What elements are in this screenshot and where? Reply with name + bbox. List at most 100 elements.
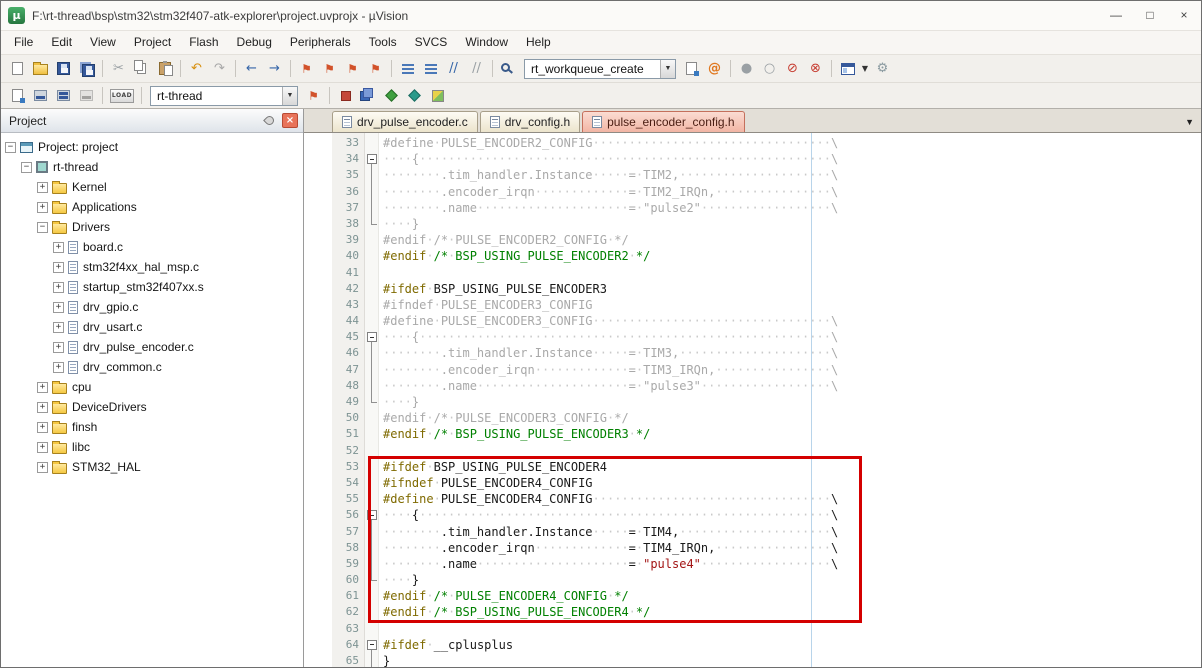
tree-item-stm32f4xx-hal-msp-c[interactable]: +stm32f4xx_hal_msp.c [1, 257, 303, 277]
copy-button[interactable] [130, 58, 153, 80]
pin-icon[interactable] [263, 114, 276, 127]
plus-expander-icon[interactable]: + [37, 202, 48, 213]
plus-expander-icon[interactable]: + [37, 422, 48, 433]
plus-expander-icon[interactable]: + [53, 242, 64, 253]
search-combobox[interactable]: rt_workqueue_create ▼ [524, 59, 676, 79]
plus-expander-icon[interactable]: + [53, 362, 64, 373]
unindent-button[interactable] [396, 58, 419, 80]
tree-item-applications[interactable]: +Applications [1, 197, 303, 217]
bookmark-clear-all-button[interactable]: ⚑ [364, 58, 387, 80]
breakpoint-toggle-button[interactable]: ● [735, 58, 758, 80]
tab-pulse-encoder-config-h[interactable]: pulse_encoder_config.h [582, 111, 744, 132]
minus-expander-icon[interactable]: − [37, 222, 48, 233]
tree-item-cpu[interactable]: +cpu [1, 377, 303, 397]
tree-item-kernel[interactable]: +Kernel [1, 177, 303, 197]
tab-list-dropdown-icon[interactable]: ▼ [1185, 117, 1201, 132]
redo-button[interactable]: ↷ [208, 58, 231, 80]
tab-drv-pulse-encoder-c[interactable]: drv_pulse_encoder.c [332, 111, 478, 132]
search-combobox-dropdown-icon[interactable]: ▼ [660, 60, 675, 78]
comment-button[interactable]: // [442, 58, 465, 80]
target-combobox-value[interactable]: rt-thread [151, 87, 282, 105]
bookmark-prev-button[interactable]: ⚑ [318, 58, 341, 80]
plus-expander-icon[interactable]: + [37, 402, 48, 413]
fold-open-marker[interactable] [365, 329, 379, 345]
download-button[interactable]: LOAD [107, 85, 137, 107]
pack-installer-button[interactable] [426, 85, 449, 107]
breakpoint-enable-button[interactable]: ○ [758, 58, 781, 80]
rebuild-all-button[interactable] [52, 85, 75, 107]
plus-expander-icon[interactable]: + [37, 442, 48, 453]
tree-item-drv-gpio-c[interactable]: +drv_gpio.c [1, 297, 303, 317]
panel-close-button[interactable]: × [282, 113, 298, 128]
tree-item-libc[interactable]: +libc [1, 437, 303, 457]
tree-item-drivers[interactable]: −Drivers [1, 217, 303, 237]
menu-file[interactable]: File [5, 31, 42, 54]
tree-item-startup-stm32f407xx-s[interactable]: +startup_stm32f407xx.s [1, 277, 303, 297]
breakpoint-disable-all-button[interactable]: ⊘ [781, 58, 804, 80]
menu-help[interactable]: Help [517, 31, 560, 54]
cut-button[interactable]: ✂ [107, 58, 130, 80]
tree-item-drv-pulse-encoder-c[interactable]: +drv_pulse_encoder.c [1, 337, 303, 357]
menu-debug[interactable]: Debug [228, 31, 281, 54]
configure-button[interactable]: ⚙ [871, 58, 894, 80]
minus-expander-icon[interactable]: − [5, 142, 16, 153]
menu-svcs[interactable]: SVCS [406, 31, 457, 54]
translate-file-button[interactable] [6, 85, 29, 107]
bookmark-toggle-button[interactable]: ⚑ [295, 58, 318, 80]
manage-runtime-environment-button[interactable] [334, 85, 357, 107]
undo-button[interactable]: ↶ [185, 58, 208, 80]
window-layout-dropdown-icon[interactable]: ▼ [859, 58, 871, 80]
tree-item-project-project[interactable]: −Project: project [1, 137, 303, 157]
save-button[interactable] [52, 58, 75, 80]
plus-expander-icon[interactable]: + [37, 462, 48, 473]
menu-view[interactable]: View [81, 31, 125, 54]
plus-expander-icon[interactable]: + [53, 342, 64, 353]
build-button[interactable] [29, 85, 52, 107]
target-combobox-dropdown-icon[interactable]: ▼ [282, 87, 297, 105]
plus-expander-icon[interactable]: + [53, 262, 64, 273]
indent-button[interactable] [419, 58, 442, 80]
minus-expander-icon[interactable]: − [21, 162, 32, 173]
tree-item-board-c[interactable]: +board.c [1, 237, 303, 257]
plus-expander-icon[interactable]: + [53, 302, 64, 313]
uncomment-button[interactable]: // [465, 58, 488, 80]
tree-item-devicedrivers[interactable]: +DeviceDrivers [1, 397, 303, 417]
paste-button[interactable] [153, 58, 176, 80]
minimize-button[interactable]: — [1099, 1, 1133, 30]
plus-expander-icon[interactable]: + [37, 182, 48, 193]
menu-edit[interactable]: Edit [42, 31, 81, 54]
menu-peripherals[interactable]: Peripherals [281, 31, 360, 54]
close-button[interactable]: × [1167, 1, 1201, 30]
target-combobox[interactable]: rt-thread ▼ [150, 86, 298, 106]
tree-item-rt-thread[interactable]: −rt-thread [1, 157, 303, 177]
incremental-find-button[interactable]: @ [703, 58, 726, 80]
search-combobox-value[interactable]: rt_workqueue_create [525, 60, 660, 78]
tree-item-finsh[interactable]: +finsh [1, 417, 303, 437]
tab-drv-config-h[interactable]: drv_config.h [480, 111, 580, 132]
target-options-button[interactable]: ⚑ [302, 85, 325, 107]
plus-expander-icon[interactable]: + [53, 322, 64, 333]
find-button[interactable] [680, 58, 703, 80]
window-layout-button[interactable] [836, 58, 859, 80]
breakpoint-kill-all-button[interactable]: ⊗ [804, 58, 827, 80]
plus-expander-icon[interactable]: + [53, 282, 64, 293]
select-device-button[interactable] [380, 85, 403, 107]
menu-window[interactable]: Window [456, 31, 517, 54]
tree-item-drv-usart-c[interactable]: +drv_usart.c [1, 317, 303, 337]
tree-item-drv-common-c[interactable]: +drv_common.c [1, 357, 303, 377]
batch-build-button[interactable] [75, 85, 98, 107]
navigate-forward-button[interactable]: → [263, 58, 286, 80]
code-area[interactable]: 3334353637383940414243444546474849505152… [304, 133, 1201, 667]
tree-item-stm32-hal[interactable]: +STM32_HAL [1, 457, 303, 477]
maximize-button[interactable]: □ [1133, 1, 1167, 30]
fold-open-marker[interactable] [365, 507, 379, 523]
manage-books-button[interactable] [403, 85, 426, 107]
fold-open-marker[interactable] [365, 637, 379, 653]
find-in-files-button[interactable] [497, 58, 520, 80]
menu-tools[interactable]: Tools [360, 31, 406, 54]
new-file-button[interactable] [6, 58, 29, 80]
plus-expander-icon[interactable]: + [37, 382, 48, 393]
open-file-button[interactable] [29, 58, 52, 80]
manage-project-items-button[interactable] [357, 85, 380, 107]
bookmark-next-button[interactable]: ⚑ [341, 58, 364, 80]
